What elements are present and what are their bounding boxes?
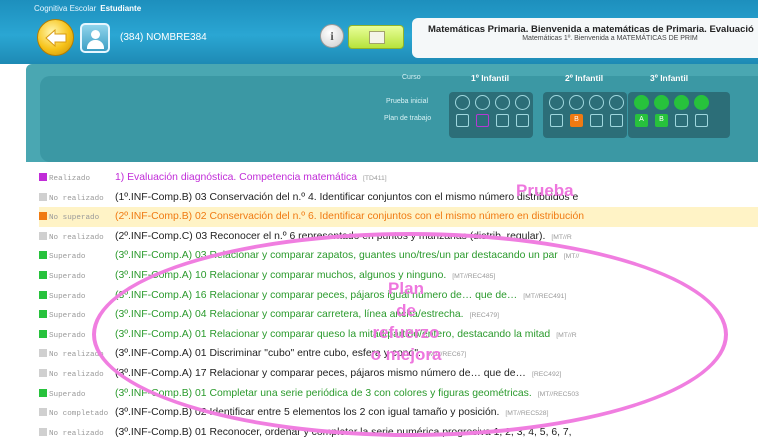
status-marker [39, 173, 47, 181]
item-status: Superado [49, 292, 86, 301]
app-name: Cognitiva Escolar [34, 4, 97, 13]
initial-test-circle[interactable] [515, 95, 530, 110]
status-marker [39, 212, 47, 221]
app-name-line: Cognitiva Escolar Estudiante [34, 4, 141, 13]
user-avatar[interactable] [80, 23, 110, 53]
top-bar: Cognitiva Escolar Estudiante (384) NOMBRE… [0, 0, 758, 64]
annotation-plan-line: Plan [388, 279, 424, 298]
item-status: Superado [49, 272, 86, 281]
annotation-prueba: Prueba [516, 181, 574, 200]
annotation-plan-line: de [396, 301, 416, 320]
work-plan-label: Plan de trabajo [384, 115, 432, 122]
work-plan-square[interactable]: B [570, 114, 583, 127]
work-plan-square[interactable] [675, 114, 688, 127]
initial-test-label: Prueba inicial [386, 98, 429, 105]
column-header: 3º Infantil [650, 73, 689, 83]
initial-test-circle[interactable] [674, 95, 689, 110]
book-icon [369, 31, 385, 44]
item-status: No realizado [49, 429, 104, 438]
work-plan-square[interactable]: A [635, 114, 648, 127]
item-reference: [MT//R [551, 233, 572, 241]
initial-test-circle[interactable] [549, 95, 564, 110]
initial-test-circle[interactable] [569, 95, 584, 110]
page-title: Matemáticas Primaria. Bienvenida a matem… [428, 24, 754, 35]
item-title[interactable]: 1) Evaluación diagnóstica. Competencia m… [115, 172, 357, 183]
item-status: Superado [49, 390, 86, 399]
column-header: 1º Infantil [471, 73, 510, 83]
work-plan-square[interactable] [695, 114, 708, 127]
list-item[interactable]: No realizado (1º.INF-Comp.B) 03 Conservac… [39, 188, 758, 208]
status-marker [39, 251, 47, 260]
item-title[interactable]: (1º.INF-Comp.B) 03 Conservación del n.º … [115, 192, 578, 203]
work-plan-square[interactable] [550, 114, 563, 127]
annotation-plan-line: o mejora [370, 345, 442, 364]
initial-test-circle[interactable] [634, 95, 649, 110]
list-item[interactable]: Realizado 1) Evaluación diagnóstica. Comp… [39, 168, 758, 188]
annotation-plan-line: refuerzo [372, 323, 440, 342]
status-marker [39, 388, 47, 397]
status-marker [39, 231, 47, 240]
column-header: 2º Infantil [565, 73, 604, 83]
annotation-plan: Plan de refuerzo o mejora [356, 278, 456, 366]
status-marker [39, 290, 47, 299]
user-label: (384) NOMBRE384 [120, 32, 207, 43]
item-status: No realizado [49, 370, 104, 379]
initial-test-circle[interactable] [475, 95, 490, 110]
initial-test-circle[interactable] [654, 95, 669, 110]
status-marker [39, 368, 47, 377]
status-marker [39, 192, 47, 201]
initial-test-circle[interactable] [455, 95, 470, 110]
status-marker [39, 329, 47, 338]
initial-test-circle[interactable] [589, 95, 604, 110]
initial-test-circle[interactable] [609, 95, 624, 110]
status-marker [39, 408, 47, 417]
work-plan-square[interactable] [496, 114, 509, 127]
item-status: No realizado [49, 233, 104, 242]
work-plan-square[interactable] [456, 114, 469, 127]
title-box: Matemáticas Primaria. Bienvenida a matem… [412, 18, 758, 58]
info-button[interactable]: i [320, 24, 344, 48]
list-item[interactable]: ▶No superado(2º.INF-Comp.B) 02 Conservac… [39, 207, 758, 227]
status-marker [39, 349, 47, 358]
work-plan-square[interactable] [590, 114, 603, 127]
arrow-left-icon [44, 28, 66, 47]
book-button[interactable] [348, 25, 404, 49]
work-plan-square[interactable] [610, 114, 623, 127]
item-status: Superado [49, 253, 86, 262]
item-status: Realizado [49, 175, 91, 183]
item-title[interactable]: (2º.INF-Comp.B) 02 Conservación del n.º … [115, 211, 584, 222]
status-marker [39, 270, 47, 279]
item-reference: [TD411] [363, 175, 387, 182]
app-role: Estudiante [100, 4, 142, 13]
initial-test-circle[interactable] [495, 95, 510, 110]
back-button[interactable] [37, 19, 74, 56]
course-label: Curso [402, 74, 421, 81]
work-plan-square[interactable] [476, 114, 489, 127]
work-plan-square[interactable]: B [655, 114, 668, 127]
page-subtitle: Matemáticas 1º. Bienvenida a MATEMÁTICAS… [522, 35, 698, 42]
item-status: No superado [49, 214, 100, 223]
status-marker [39, 427, 47, 436]
initial-test-circle[interactable] [694, 95, 709, 110]
item-status: No completado [49, 410, 109, 419]
item-status: No realizado [49, 194, 104, 203]
status-marker [39, 310, 47, 319]
work-plan-square[interactable] [516, 114, 529, 127]
